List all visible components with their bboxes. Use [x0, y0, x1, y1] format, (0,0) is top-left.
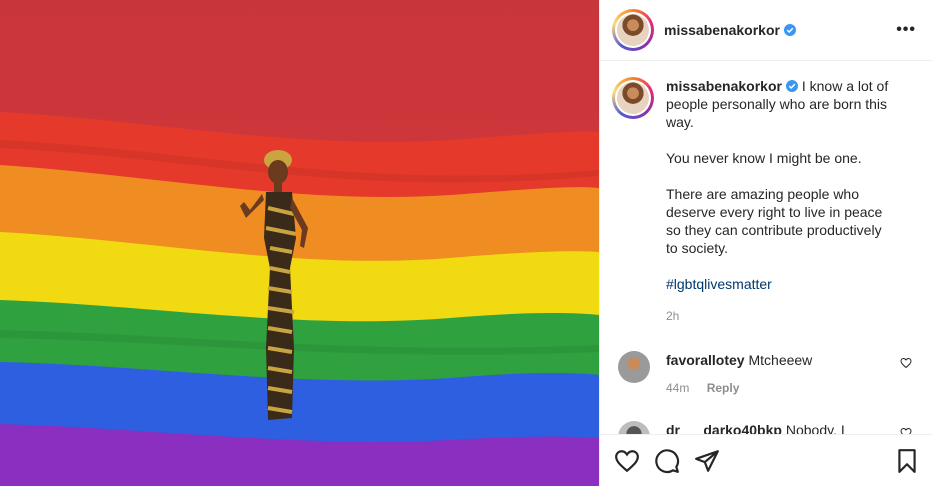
caption-text-2: You never know I might be one.: [666, 150, 862, 166]
caption-body: missabenakorkor I know a lot of people p…: [666, 77, 896, 325]
comments-section[interactable]: missabenakorkor I know a lot of people p…: [600, 61, 932, 434]
profile-avatar[interactable]: [612, 9, 654, 51]
caption-text-3: There are amazing people who deserve eve…: [666, 186, 883, 256]
commenter-username[interactable]: favorallotey: [666, 352, 745, 368]
verified-badge-icon: [783, 24, 796, 36]
comment-text: Nobody, I: [785, 422, 845, 434]
instagram-post: missabenakorkor ••• missabenakorkor I kn…: [0, 0, 932, 486]
share-paper-plane-icon[interactable]: [694, 448, 720, 474]
like-heart-icon[interactable]: [614, 448, 640, 474]
post-caption: missabenakorkor I know a lot of people p…: [612, 77, 916, 325]
commenter-avatar[interactable]: [618, 351, 650, 383]
reply-button[interactable]: Reply: [707, 381, 740, 395]
comment-timestamp[interactable]: 44m: [666, 381, 689, 395]
save-bookmark-icon[interactable]: [894, 448, 920, 474]
woman-figure-image: [240, 150, 308, 420]
hashtag-link[interactable]: #lgbtqlivesmatter: [666, 276, 772, 292]
caption-timestamp[interactable]: 2h: [666, 307, 896, 325]
caption-avatar[interactable]: [612, 77, 654, 119]
comment-item: favorallotey Mtcheeew 44m Reply: [612, 351, 916, 397]
like-comment-heart-icon[interactable]: [900, 357, 912, 369]
post-header: missabenakorkor •••: [600, 0, 932, 61]
verified-badge-icon: [785, 80, 798, 92]
like-comment-heart-icon[interactable]: [900, 427, 912, 434]
post-actions-bar: [600, 434, 932, 486]
comment-item: dr___darko40bkp Nobody, I: [612, 421, 916, 434]
more-options-button[interactable]: •••: [896, 21, 916, 39]
avatar-photo: [617, 82, 649, 114]
post-sidebar: missabenakorkor ••• missabenakorkor I kn…: [599, 0, 932, 486]
commenter-avatar[interactable]: [618, 421, 650, 434]
avatar-photo: [617, 14, 649, 46]
header-username[interactable]: missabenakorkor: [664, 22, 780, 38]
caption-username[interactable]: missabenakorkor: [666, 78, 782, 94]
comment-text: Mtcheeew: [748, 352, 813, 368]
post-media[interactable]: [0, 0, 599, 486]
comment-bubble-icon[interactable]: [654, 448, 680, 474]
commenter-username[interactable]: dr___darko40bkp: [666, 422, 782, 434]
